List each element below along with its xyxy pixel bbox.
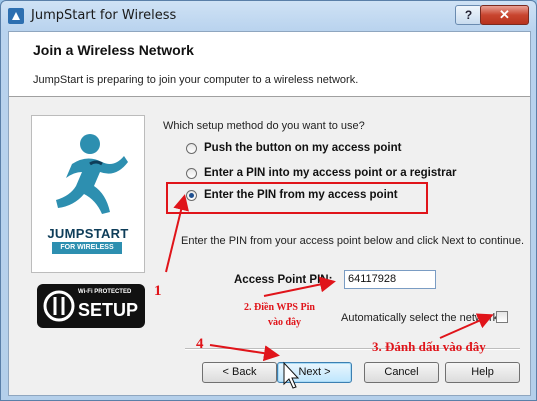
annotation-1: 1 <box>154 283 162 299</box>
annotation-3: 3. Đánh dấu vào đây <box>372 339 486 354</box>
annotation-4: 4 <box>196 336 204 352</box>
annotation-2-line2: vào đây <box>268 317 302 328</box>
annotation-2-line1: 2. Điền WPS Pin <box>244 302 315 313</box>
mouse-cursor-icon <box>283 361 300 389</box>
arrow-1 <box>165 194 189 273</box>
arrow-2 <box>263 276 336 297</box>
arrow-3 <box>439 313 494 339</box>
arrow-4 <box>209 344 280 362</box>
